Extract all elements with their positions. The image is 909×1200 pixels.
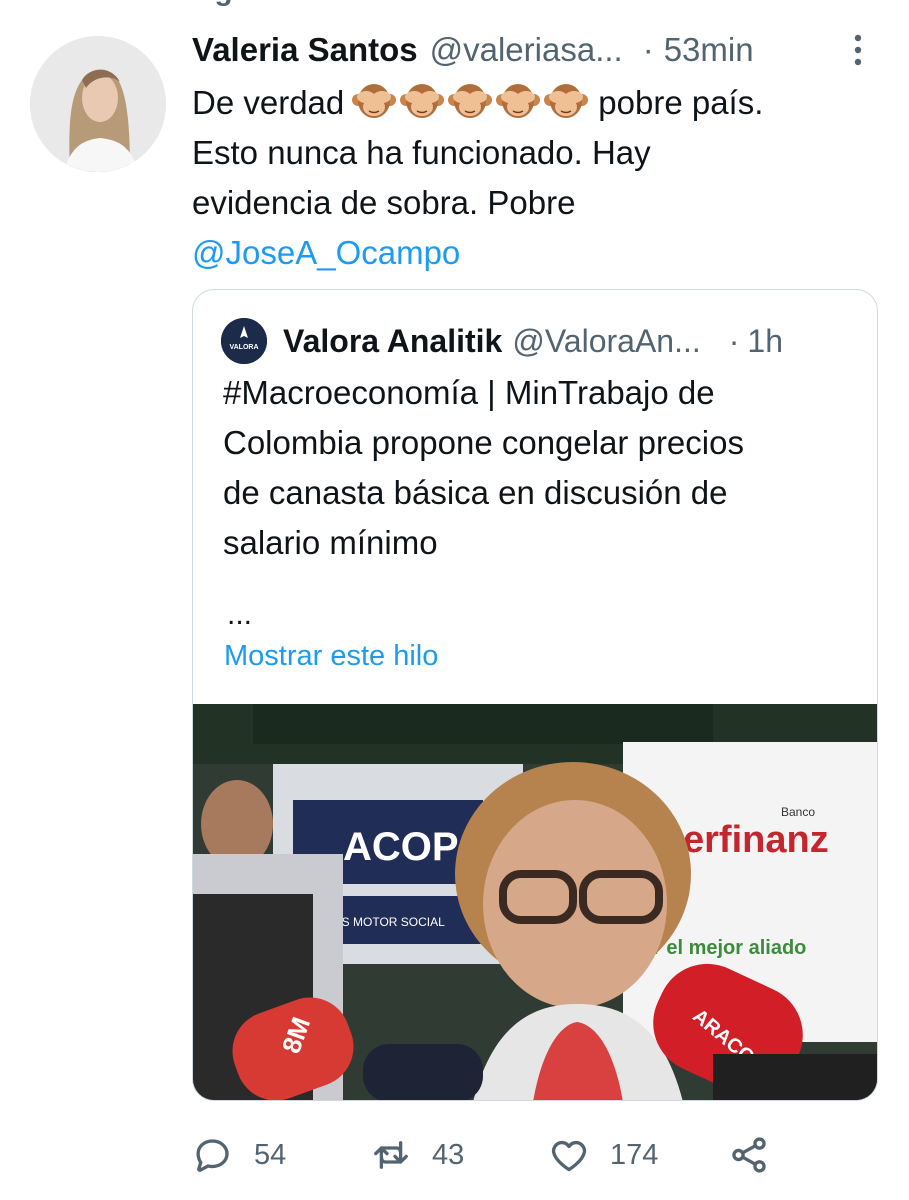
quoted-ellipsis: ...	[227, 598, 253, 631]
quoted-separator-dot: ·	[728, 322, 740, 359]
reply-count: 54	[254, 1138, 287, 1171]
tweet-text: De verdad pobre país. Esto nunca ha funci…	[192, 78, 842, 278]
emoji-group	[352, 80, 589, 120]
see-no-evil-monkey-icon	[400, 84, 445, 118]
tweet-line-1: De verdad pobre país.	[192, 78, 842, 128]
handle[interactable]: @valeriasa...	[430, 31, 623, 69]
tweet-line-2: Esto nunca ha funcionado. Hay	[192, 134, 651, 171]
reply-button[interactable]: 54	[192, 1130, 286, 1180]
more-options-icon[interactable]	[847, 32, 869, 68]
reply-icon	[196, 1139, 229, 1172]
tweet-line-3: evidencia de sobra. Pobre	[192, 184, 576, 221]
display-name[interactable]: Valeria Santos	[192, 31, 418, 69]
press-conference-photo: ACOP SOMOS MOTOR SOCIAL Banco erfinanz r…	[193, 704, 877, 1100]
like-count: 174	[610, 1138, 659, 1171]
quoted-avatar-text: VALORA	[229, 344, 258, 351]
quoted-handle: @ValoraAn...	[512, 322, 701, 359]
tweet-text-part: pobre país.	[598, 84, 764, 121]
quoted-timestamp: 1h	[747, 322, 784, 359]
media-sign-left: ACOP	[343, 825, 459, 869]
heart-icon	[551, 1140, 587, 1172]
quoted-media-photo[interactable]: ACOP SOMOS MOTOR SOCIAL Banco erfinanz r…	[193, 704, 877, 1100]
show-thread-link[interactable]: Mostrar este hilo	[224, 640, 438, 673]
like-button[interactable]: 174	[548, 1130, 658, 1180]
quoted-line: Colombia propone congelar precios	[223, 424, 744, 461]
retweet-button[interactable]: 43	[370, 1130, 464, 1180]
media-sign-right: erfinanz	[683, 819, 829, 861]
quoted-line: de canasta básica en discusión de	[223, 474, 728, 511]
previous-tweet-clip: ng	[0, 0, 909, 12]
avatar-photo	[30, 36, 166, 172]
see-no-evil-monkey-icon	[496, 84, 541, 118]
quoted-tweet[interactable]: VALORA Valora Analitik @ValoraAn... · 1h…	[192, 289, 878, 1101]
tweet-text-part: De verdad	[192, 84, 345, 121]
quoted-text: #Macroeconomía | MinTrabajo de Colombia …	[223, 368, 853, 568]
quoted-avatar: VALORA	[221, 318, 267, 364]
quoted-line: #Macroeconomía | MinTrabajo de	[223, 374, 715, 411]
quoted-tweet-header: VALORA Valora Analitik @ValoraAn... · 1h	[221, 316, 783, 366]
see-no-evil-monkey-icon	[544, 84, 589, 118]
quoted-display-name: Valora Analitik	[283, 322, 503, 359]
avatar[interactable]	[30, 36, 166, 172]
see-no-evil-monkey-icon	[352, 84, 397, 118]
timestamp[interactable]: 53min	[664, 31, 754, 69]
share-button[interactable]	[728, 1130, 790, 1180]
see-no-evil-monkey-icon	[448, 84, 493, 118]
action-bar: 54 43 174	[192, 1130, 892, 1180]
retweet-count: 43	[432, 1138, 465, 1171]
quoted-line: salario mínimo	[223, 524, 438, 561]
mention-link[interactable]: @JoseA_Ocampo	[192, 228, 842, 278]
valora-logo-icon: VALORA	[221, 318, 267, 364]
retweet-icon	[374, 1141, 408, 1169]
media-sign-banco: Banco	[781, 805, 815, 819]
media-sign-slogan: r el mejor aliado	[653, 937, 806, 959]
separator-dot: ·	[642, 31, 654, 68]
tweet-header: Valeria Santos @valeriasa... · 53min	[192, 28, 872, 72]
share-icon	[732, 1137, 766, 1173]
